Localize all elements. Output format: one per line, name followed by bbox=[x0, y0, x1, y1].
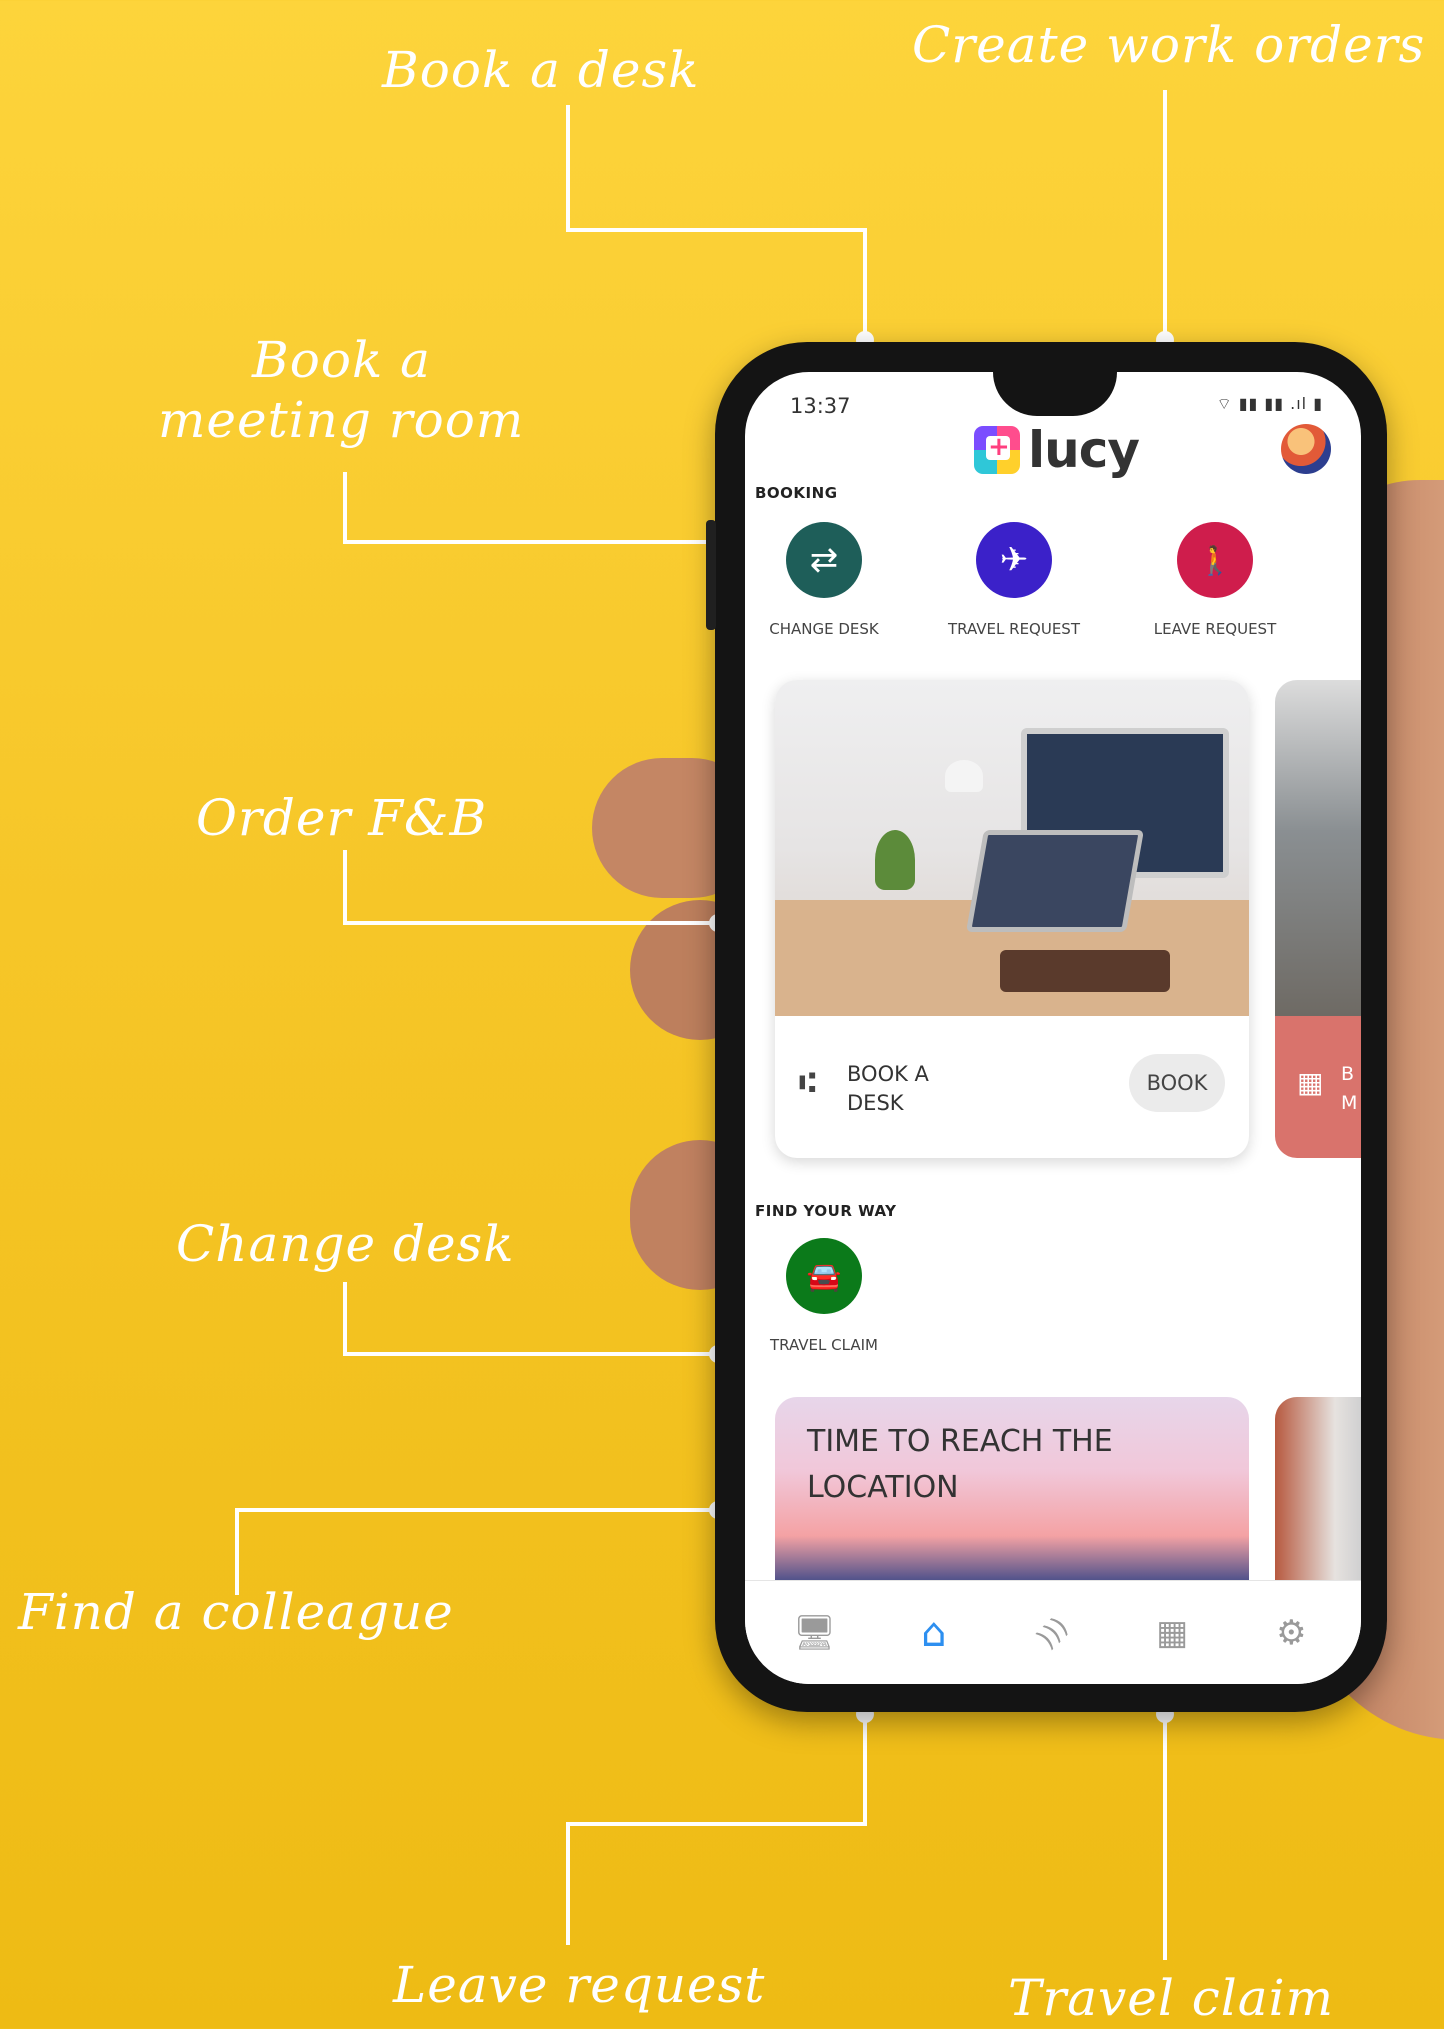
calendar-icon: ▦ bbox=[1297, 1066, 1324, 1099]
desk-photo-pad bbox=[1000, 950, 1170, 992]
leave-request-label: LEAVE REQUEST bbox=[1153, 620, 1277, 638]
callout-book-desk: Book a desk bbox=[382, 41, 700, 99]
time-to-reach-title: TIME TO REACH THE LOCATION bbox=[807, 1424, 1113, 1505]
meeting-room-photo bbox=[1275, 680, 1361, 1016]
callout-change-desk: Change desk bbox=[176, 1215, 515, 1273]
walking-person-icon: 🚶 bbox=[1177, 522, 1253, 598]
meeting-room-card-text-line2: M bbox=[1341, 1092, 1358, 1114]
status-icons: ⌔ ▮▮ ▮▮ .ıl ▮ bbox=[1216, 394, 1323, 413]
app-name: lucy bbox=[1028, 421, 1140, 479]
callout-leave-request: Leave request bbox=[393, 1956, 766, 2014]
leave-request-button[interactable]: 🚶 LEAVE REQUEST bbox=[1130, 522, 1300, 638]
airplane-icon: ✈ bbox=[976, 522, 1052, 598]
callout-meeting-room-line1: Book a bbox=[252, 331, 431, 389]
bottom-nav: 🖥 ⌂ ))) ▦ ⚙ bbox=[745, 1580, 1361, 1684]
user-avatar[interactable] bbox=[1281, 424, 1331, 474]
change-desk-button[interactable]: ⇄ CHANGE DESK bbox=[749, 522, 899, 638]
status-time: 13:37 bbox=[790, 394, 851, 418]
meeting-room-card-footer: ▦ B M bbox=[1275, 1016, 1361, 1158]
find-your-way-section-label: FIND YOUR WAY bbox=[755, 1202, 897, 1220]
feed-icon[interactable]: ))) bbox=[1014, 1594, 1092, 1672]
settings-gear-icon[interactable]: ⚙ bbox=[1251, 1613, 1331, 1653]
plus-badge-icon: + bbox=[974, 426, 1020, 474]
time-to-reach-card[interactable]: TIME TO REACH THE LOCATION bbox=[775, 1397, 1249, 1582]
book-desk-card[interactable]: ⑆ BOOK A DESK BOOK bbox=[775, 680, 1249, 1158]
change-desk-label: CHANGE DESK bbox=[769, 620, 879, 638]
next-card-peek[interactable] bbox=[1275, 1397, 1361, 1582]
desk-photo-plant bbox=[875, 830, 915, 890]
travel-claim-label: TRAVEL CLAIM bbox=[770, 1336, 878, 1354]
meeting-room-card-text-line1: B bbox=[1341, 1063, 1355, 1085]
travel-claim-button[interactable]: 🚘 TRAVEL CLAIM bbox=[749, 1238, 899, 1354]
travel-request-label: TRAVEL REQUEST bbox=[948, 620, 1080, 638]
desk-photo-laptop bbox=[966, 830, 1144, 932]
swap-arrows-icon: ⇄ bbox=[786, 522, 862, 598]
callout-order-fb: Order F&B bbox=[196, 789, 488, 847]
callout-create-work-orders: Create work orders bbox=[912, 16, 1426, 74]
desk-photo bbox=[775, 680, 1249, 1016]
book-meeting-room-card[interactable]: ▦ B M bbox=[1275, 680, 1361, 1158]
meeting-room-card-text: B M bbox=[1341, 1060, 1357, 1118]
booking-section-label: BOOKING bbox=[755, 484, 838, 502]
camera-notch bbox=[993, 372, 1117, 416]
book-button[interactable]: BOOK bbox=[1129, 1054, 1225, 1112]
callout-meeting-room-line2: meeting room bbox=[158, 391, 525, 449]
car-icon: 🚘 bbox=[786, 1238, 862, 1314]
reception-icon[interactable]: 🖥 bbox=[775, 1613, 855, 1653]
callout-travel-claim: Travel claim bbox=[1008, 1969, 1334, 2027]
book-desk-title: BOOK A DESK bbox=[847, 1062, 929, 1115]
chair-icon: ⑆ bbox=[799, 1066, 816, 1099]
app-logo: + lucy bbox=[974, 420, 1140, 480]
qr-code-icon[interactable]: ▦ bbox=[1132, 1613, 1212, 1653]
phone-screen: 13:37 ⌔ ▮▮ ▮▮ .ıl ▮ + lucy BOOKING ⇄ CHA… bbox=[745, 372, 1361, 1684]
callout-find-colleague: Find a colleague bbox=[18, 1583, 454, 1641]
travel-request-button[interactable]: ✈ TRAVEL REQUEST bbox=[929, 522, 1099, 638]
desk-photo-lamp bbox=[945, 760, 983, 792]
phone-side-button bbox=[706, 520, 716, 630]
book-desk-card-footer: ⑆ BOOK A DESK BOOK bbox=[775, 1016, 1249, 1158]
home-icon[interactable]: ⌂ bbox=[894, 1610, 974, 1656]
